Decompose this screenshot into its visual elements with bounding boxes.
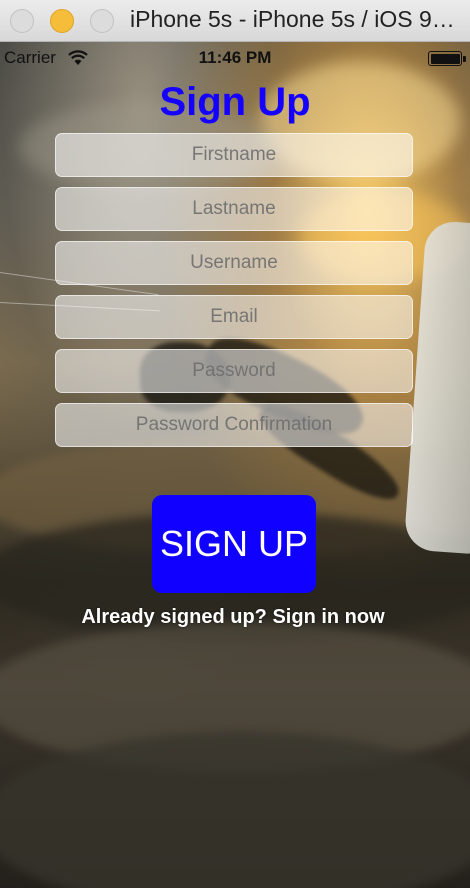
firstname-field[interactable] — [55, 133, 413, 177]
lastname-field[interactable] — [55, 187, 413, 231]
window-title: iPhone 5s - iPhone 5s / iOS 9.3 (13E230) — [130, 6, 460, 32]
zoom-window-button[interactable] — [90, 9, 114, 33]
password-confirmation-field[interactable] — [55, 403, 413, 447]
email-field[interactable] — [55, 295, 413, 339]
status-time: 11:46 PM — [198, 48, 272, 67]
password-field[interactable] — [55, 349, 413, 393]
page-title: Sign Up — [159, 80, 311, 124]
username-field[interactable] — [55, 241, 413, 285]
sign-up-button[interactable]: SIGN UP — [152, 495, 316, 593]
close-window-button[interactable] — [10, 9, 34, 33]
battery-icon — [428, 51, 466, 66]
status-bar: Carrier 11:46 PM — [0, 42, 470, 76]
sign-in-link[interactable]: Already signed up? Sign in now — [0, 606, 466, 629]
device-screen: Carrier 11:46 PM Sign Up SIGN UP Already… — [0, 42, 470, 888]
window-titlebar: iPhone 5s - iPhone 5s / iOS 9.3 (13E230) — [0, 0, 470, 42]
minimize-window-button[interactable] — [50, 9, 74, 33]
